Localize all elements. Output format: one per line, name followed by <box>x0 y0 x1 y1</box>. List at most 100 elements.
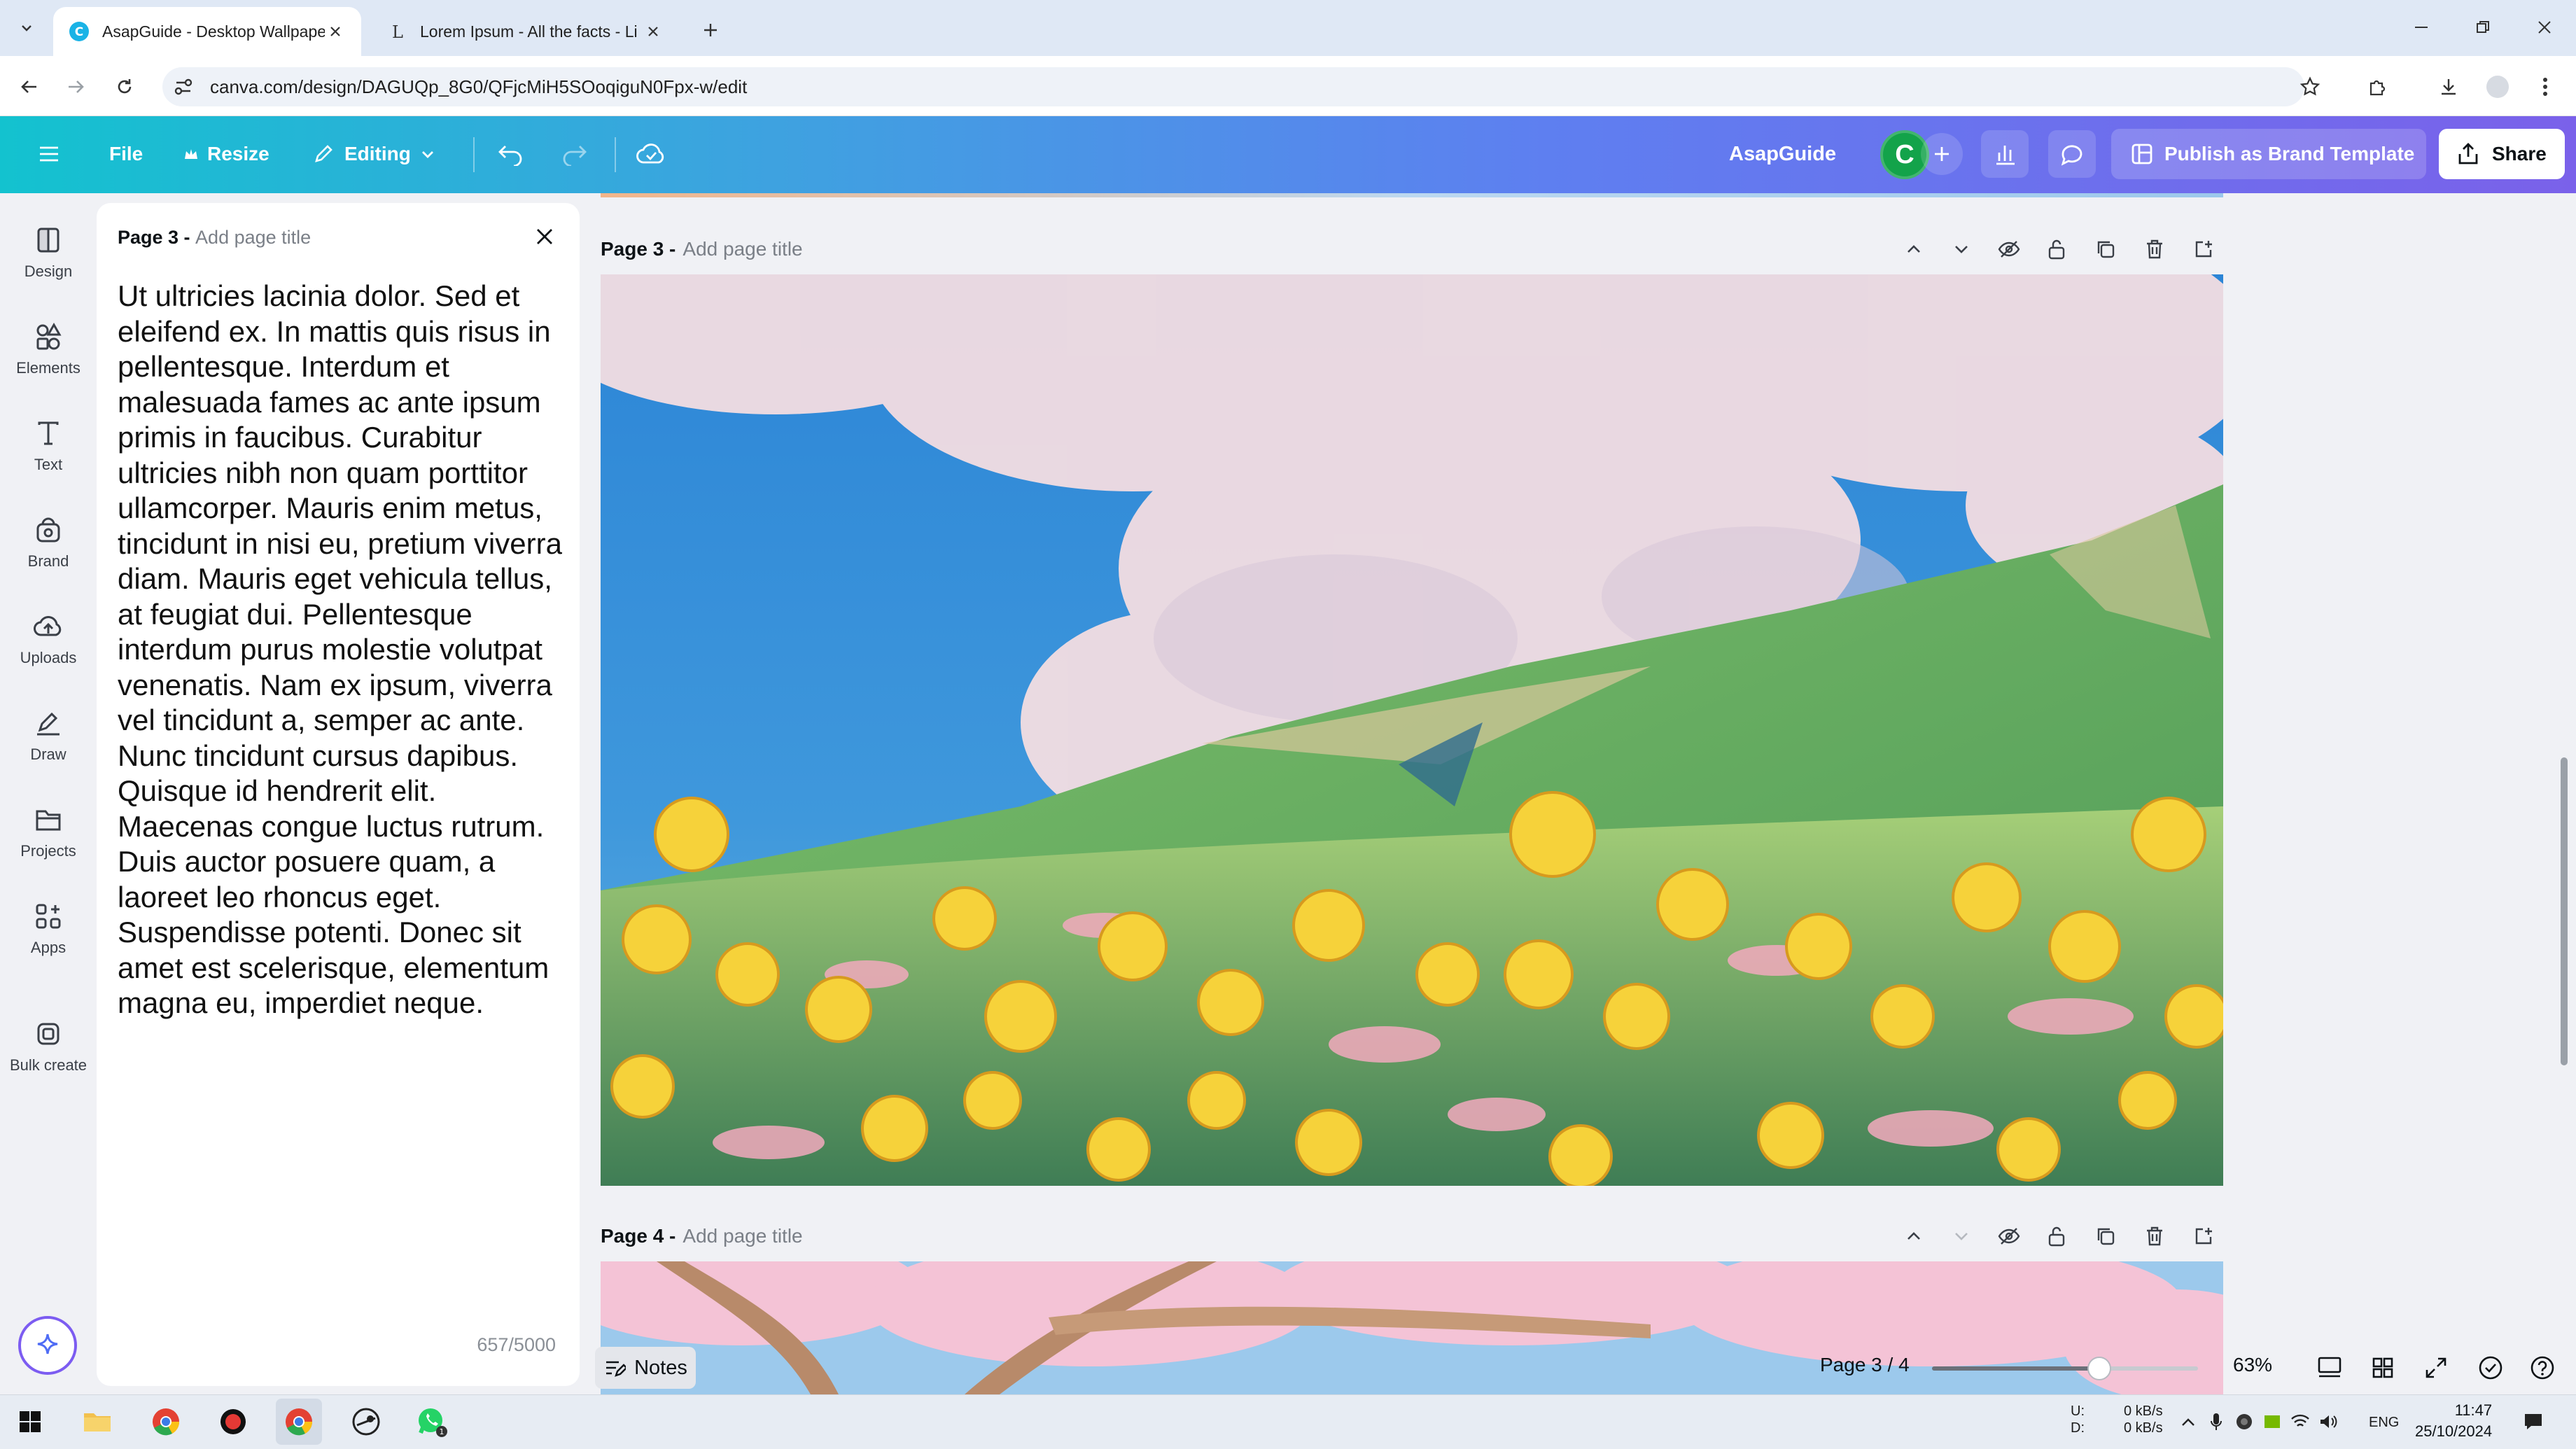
profile-avatar[interactable] <box>2478 67 2517 106</box>
sidebar-item-elements[interactable]: Elements <box>0 304 97 395</box>
invite-button[interactable] <box>1921 133 1963 175</box>
minimize-window-button[interactable] <box>2397 10 2446 45</box>
recorder-icon[interactable] <box>210 1399 256 1445</box>
notes-page-title-placeholder[interactable]: Add page title <box>195 227 311 248</box>
tray-chevron-up-icon[interactable] <box>2174 1399 2202 1445</box>
reload-button[interactable] <box>106 69 143 105</box>
page-2-bottom-edge <box>601 193 2223 197</box>
duplicate-page-button[interactable] <box>2089 1219 2122 1253</box>
editing-mode-dropdown[interactable]: Editing <box>301 130 446 178</box>
page-3-canvas[interactable] <box>601 274 2223 1186</box>
page-indicator[interactable]: Page 3 / 4 <box>1820 1354 1910 1376</box>
zoom-slider-fill <box>1932 1366 2100 1371</box>
move-page-up-button[interactable] <box>1897 232 1931 266</box>
sidebar-item-bulk-create[interactable]: Bulk create <box>0 1001 97 1092</box>
sidebar-item-uploads[interactable]: Uploads <box>0 594 97 685</box>
notes-toggle-button[interactable]: Notes <box>595 1347 696 1389</box>
grid-view-button[interactable] <box>2363 1348 2402 1387</box>
notes-page-title: Page 3 - Add page title <box>118 227 311 248</box>
comments-button[interactable] <box>2048 130 2096 178</box>
fullscreen-button[interactable] <box>2416 1348 2456 1387</box>
site-info-icon[interactable] <box>171 74 196 99</box>
zoom-value[interactable]: 63% <box>2233 1354 2272 1376</box>
browser-tab-active[interactable]: C AsapGuide - Desktop Wallpape <box>53 7 361 56</box>
eye-off-icon <box>1998 1228 2020 1245</box>
comment-icon <box>2061 145 2082 166</box>
page-4-canvas[interactable] <box>601 1261 2223 1394</box>
tab-search-button[interactable] <box>10 11 43 45</box>
duplicate-icon <box>2097 1228 2115 1245</box>
page-title-placeholder[interactable]: Add page title <box>682 238 802 260</box>
back-button[interactable] <box>11 69 48 105</box>
bookmark-star-icon[interactable] <box>2290 67 2330 106</box>
language-indicator[interactable]: ENG <box>2369 1414 2399 1431</box>
notes-page-label: Page 3 - <box>118 227 196 248</box>
sidebar-item-apps[interactable]: Apps <box>0 883 97 974</box>
obs-tray-icon[interactable] <box>2230 1399 2258 1445</box>
resize-button[interactable]: Resize <box>172 130 279 178</box>
redo-button[interactable] <box>553 130 595 178</box>
add-page-button[interactable] <box>2187 1219 2220 1253</box>
page-title-placeholder[interactable]: Add page title <box>682 1225 802 1247</box>
sidebar-item-brand[interactable]: Brand <box>0 497 97 588</box>
windows-icon <box>20 1411 41 1432</box>
delete-page-button[interactable] <box>2138 232 2171 266</box>
chrome-icon[interactable] <box>143 1399 189 1445</box>
move-page-down-button[interactable] <box>1945 1219 1978 1253</box>
check-button[interactable] <box>2471 1348 2510 1387</box>
chevron-up-icon <box>1907 245 1920 253</box>
undo-button[interactable] <box>490 130 532 178</box>
editor-scrollbar[interactable] <box>2561 757 2568 1065</box>
notes-toggle-label: Notes <box>634 1356 687 1379</box>
notifications-icon[interactable] <box>2510 1399 2556 1445</box>
file-menu-button[interactable]: File <box>98 130 154 178</box>
sidebar-item-draw[interactable]: Draw <box>0 690 97 781</box>
sidebar-item-design[interactable]: Design <box>0 207 97 298</box>
nvidia-tray-icon[interactable] <box>2258 1399 2286 1445</box>
volume-icon[interactable] <box>2314 1399 2342 1445</box>
hide-page-button[interactable] <box>1992 232 2026 266</box>
publish-brand-template-button[interactable]: Publish as Brand Template <box>2111 129 2426 179</box>
close-tab-icon[interactable] <box>325 20 346 43</box>
page-view-button[interactable] <box>2310 1348 2349 1387</box>
sidebar-item-text[interactable]: Text <box>0 400 97 491</box>
lock-page-button[interactable] <box>2040 1219 2073 1253</box>
move-page-down-button[interactable] <box>1945 232 1978 266</box>
lock-page-button[interactable] <box>2040 232 2073 266</box>
hide-page-button[interactable] <box>1992 1219 2026 1253</box>
delete-page-button[interactable] <box>2138 1219 2171 1253</box>
duplicate-page-button[interactable] <box>2089 232 2122 266</box>
insights-button[interactable] <box>1981 130 2029 178</box>
close-window-button[interactable] <box>2520 10 2569 45</box>
save-status-button[interactable] <box>630 130 672 178</box>
steam-like-icon[interactable] <box>343 1399 389 1445</box>
magic-assistant-button[interactable] <box>18 1316 77 1375</box>
browser-tab[interactable]: L Lorem Ipsum - All the facts - Li <box>371 7 679 56</box>
start-button[interactable] <box>7 1399 53 1445</box>
sidebar-item-projects[interactable]: Projects <box>0 787 97 878</box>
new-tab-button[interactable] <box>693 13 728 48</box>
microphone-icon[interactable] <box>2202 1399 2230 1445</box>
whatsapp-icon[interactable]: 1 <box>409 1399 455 1445</box>
main-menu-button[interactable] <box>28 130 70 178</box>
forward-button[interactable] <box>57 69 94 105</box>
help-button[interactable] <box>2523 1348 2562 1387</box>
unlock-icon <box>2048 239 2065 260</box>
share-button[interactable]: Share <box>2439 129 2565 179</box>
close-notes-button[interactable] <box>526 218 563 255</box>
pages-view-icon <box>2318 1357 2342 1378</box>
browser-menu-icon[interactable] <box>2526 67 2565 106</box>
downloads-icon[interactable] <box>2429 67 2468 106</box>
url-field[interactable]: canva.com/design/DAGUQp_8G0/QFjcMiH5SOoq… <box>162 67 2304 106</box>
clock[interactable]: 11:47 25/10/2024 <box>2415 1400 2492 1442</box>
notes-textarea[interactable]: Ut ultricies lacinia dolor. Sed et eleif… <box>118 279 566 1021</box>
extensions-icon[interactable] <box>2358 67 2397 106</box>
chrome-active-icon[interactable] <box>276 1399 322 1445</box>
move-page-up-button[interactable] <box>1897 1219 1931 1253</box>
wifi-icon[interactable] <box>2286 1399 2314 1445</box>
restore-window-button[interactable] <box>2458 10 2507 45</box>
file-explorer-icon[interactable] <box>74 1399 120 1445</box>
team-name[interactable]: AsapGuide <box>1729 133 1836 175</box>
close-tab-icon[interactable] <box>643 20 664 43</box>
add-page-button[interactable] <box>2187 232 2220 266</box>
